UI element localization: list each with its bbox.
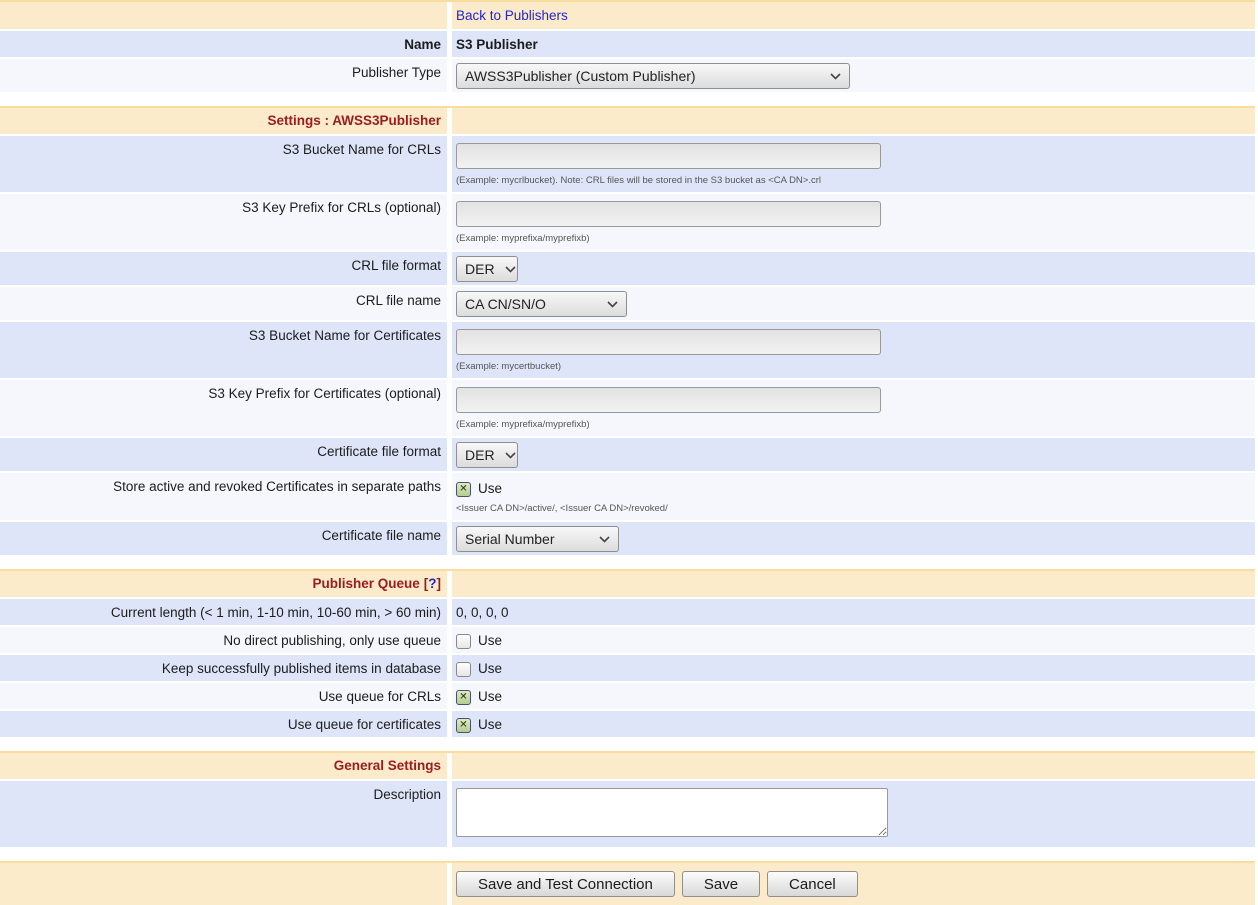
no-direct-publishing-cell: Use: [452, 627, 1255, 653]
chevron-down-icon: [599, 536, 610, 543]
chevron-down-icon: [505, 266, 516, 273]
save-button[interactable]: Save: [682, 871, 760, 897]
crl-file-name-label: CRL file name: [0, 287, 447, 320]
publisher-type-select[interactable]: AWSS3Publisher (Custom Publisher): [456, 63, 850, 89]
separate-paths-help: <Issuer CA DN>/active/, <Issuer CA DN>/r…: [456, 503, 1249, 514]
separate-paths-cell: Use <Issuer CA DN>/active/, <Issuer CA D…: [452, 473, 1255, 520]
s3-bucket-crls-input[interactable]: [456, 143, 881, 169]
no-direct-publishing-label: No direct publishing, only use queue: [0, 627, 447, 653]
settings-section-title: Settings : AWSS3Publisher: [0, 108, 447, 134]
publisher-queue-section-title: Publisher Queue[?]: [0, 571, 447, 597]
queue-for-crls-cell: Use: [452, 683, 1255, 709]
s3-bucket-crls-cell: (Example: mycrlbucket). Note: CRL files …: [452, 136, 1255, 192]
crl-file-format-selected-option: DER: [465, 261, 495, 277]
cert-file-format-selected-option: DER: [465, 447, 495, 463]
cert-file-name-select[interactable]: Serial Number: [456, 526, 619, 552]
current-length-label: Current length (< 1 min, 1-10 min, 10-60…: [0, 599, 447, 625]
queue-for-crls-checkbox[interactable]: [456, 690, 471, 705]
publisher-type-label: Publisher Type: [0, 59, 447, 92]
description-cell: [452, 781, 1255, 847]
s3-bucket-certs-input[interactable]: [456, 329, 881, 355]
s3-prefix-crls-label: S3 Key Prefix for CRLs (optional): [0, 194, 447, 250]
save-and-test-connection-button[interactable]: Save and Test Connection: [456, 871, 675, 897]
crl-file-name-selected-option: CA CN/SN/O: [465, 296, 546, 312]
crl-file-name-select[interactable]: CA CN/SN/O: [456, 291, 627, 317]
publisher-queue-title-text: Publisher Queue: [312, 576, 419, 591]
cert-file-name-selected-option: Serial Number: [465, 531, 554, 547]
s3-bucket-certs-label: S3 Bucket Name for Certificates: [0, 322, 447, 378]
cancel-button[interactable]: Cancel: [767, 871, 858, 897]
queue-for-certs-label: Use queue for certificates: [0, 711, 447, 737]
separate-paths-use-label[interactable]: Use: [478, 481, 502, 497]
top-header-spacer: [0, 2, 447, 29]
s3-bucket-crls-label: S3 Bucket Name for CRLs: [0, 136, 447, 192]
queue-for-crls-label: Use queue for CRLs: [0, 683, 447, 709]
s3-prefix-crls-help: (Example: myprefixa/myprefixb): [456, 233, 1249, 244]
no-direct-publishing-use-label[interactable]: Use: [478, 633, 502, 649]
keep-published-label: Keep successfully published items in dat…: [0, 655, 447, 681]
cert-file-format-cell: DER: [452, 438, 1255, 471]
crl-file-format-select[interactable]: DER: [456, 256, 518, 282]
queue-for-crls-use-label[interactable]: Use: [478, 689, 502, 705]
top-header-cell: Back to Publishers: [452, 2, 1255, 29]
cert-file-format-label: Certificate file format: [0, 438, 447, 471]
publisher-queue-help-link[interactable]: ?: [428, 576, 436, 591]
queue-for-certs-use-label[interactable]: Use: [478, 717, 502, 733]
description-label: Description: [0, 781, 447, 847]
s3-prefix-crls-input[interactable]: [456, 201, 881, 227]
s3-bucket-certs-help: (Example: mycertbucket): [456, 361, 1249, 372]
chevron-down-icon: [505, 452, 516, 459]
publisher-type-selected-option: AWSS3Publisher (Custom Publisher): [465, 68, 696, 84]
general-header-spacer: [452, 753, 1255, 779]
general-settings-section-title: General Settings: [0, 753, 447, 779]
s3-bucket-certs-cell: (Example: mycertbucket): [452, 322, 1255, 378]
actions-section: Save and Test Connection Save Cancel: [0, 861, 1255, 905]
back-to-publishers-link[interactable]: Back to Publishers: [456, 8, 568, 23]
edit-publisher-page: Back to Publishers Name S3 Publisher Pub…: [0, 0, 1255, 905]
crl-file-format-cell: DER: [452, 252, 1255, 285]
queue-for-certs-checkbox[interactable]: [456, 718, 471, 733]
current-length-value: 0, 0, 0, 0: [452, 599, 1255, 625]
no-direct-publishing-checkbox[interactable]: [456, 634, 471, 649]
name-value: S3 Publisher: [452, 31, 1255, 57]
settings-section: Settings : AWSS3Publisher S3 Bucket Name…: [0, 106, 1255, 555]
keep-published-cell: Use: [452, 655, 1255, 681]
settings-header-spacer: [452, 108, 1255, 134]
s3-prefix-certs-label: S3 Key Prefix for Certificates (optional…: [0, 380, 447, 436]
s3-prefix-certs-input[interactable]: [456, 387, 881, 413]
publisher-queue-section: Publisher Queue[?] Current length (< 1 m…: [0, 569, 1255, 737]
s3-prefix-certs-cell: (Example: myprefixa/myprefixb): [452, 380, 1255, 436]
cert-file-format-select[interactable]: DER: [456, 442, 518, 468]
crl-file-name-cell: CA CN/SN/O: [452, 287, 1255, 320]
queue-header-spacer: [452, 571, 1255, 597]
keep-published-checkbox[interactable]: [456, 662, 471, 677]
cert-file-name-label: Certificate file name: [0, 522, 447, 555]
description-textarea[interactable]: [456, 788, 888, 837]
keep-published-use-label[interactable]: Use: [478, 661, 502, 677]
actions-spacer: [0, 863, 447, 905]
s3-prefix-crls-cell: (Example: myprefixa/myprefixb): [452, 194, 1255, 250]
queue-for-certs-cell: Use: [452, 711, 1255, 737]
crl-file-format-label: CRL file format: [0, 252, 447, 285]
separate-paths-checkbox[interactable]: [456, 482, 471, 497]
cert-file-name-cell: Serial Number: [452, 522, 1255, 555]
help-bracket-close: ]: [437, 576, 442, 591]
actions-cell: Save and Test Connection Save Cancel: [452, 863, 1255, 905]
publisher-type-cell: AWSS3Publisher (Custom Publisher): [452, 59, 1255, 92]
chevron-down-icon: [607, 301, 618, 308]
chevron-down-icon: [830, 73, 841, 80]
general-settings-section: General Settings Description: [0, 751, 1255, 847]
top-section: Back to Publishers Name S3 Publisher Pub…: [0, 0, 1255, 92]
name-label: Name: [0, 31, 447, 57]
separate-paths-label: Store active and revoked Certificates in…: [0, 473, 447, 520]
s3-prefix-certs-help: (Example: myprefixa/myprefixb): [456, 419, 1249, 430]
s3-bucket-crls-help: (Example: mycrlbucket). Note: CRL files …: [456, 175, 1249, 186]
